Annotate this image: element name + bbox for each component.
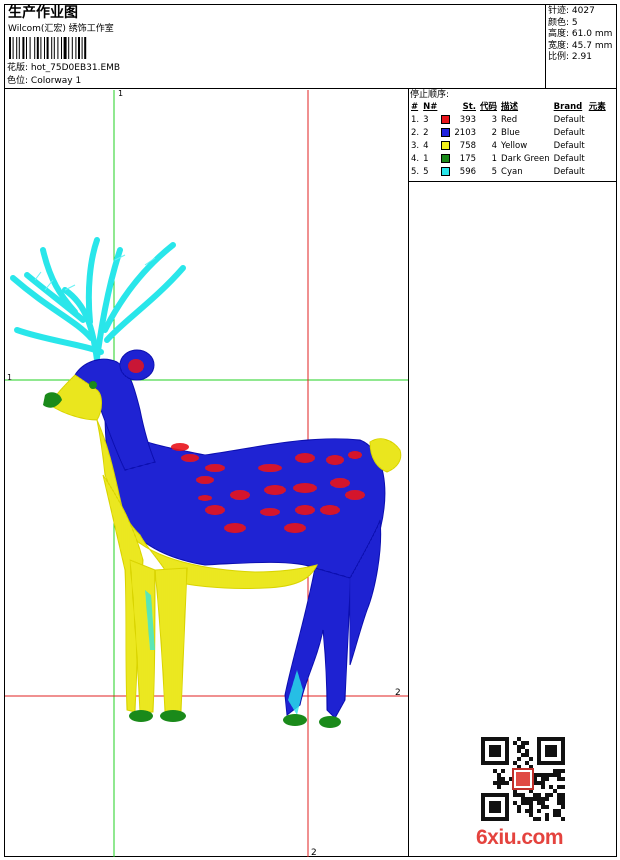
row-brand: Default [553, 127, 585, 138]
row-needle: 4 [423, 140, 429, 151]
stats-block: 针迹: 4027 颜色: 5 高度: 61.0 mm 宽度: 45.7 mm 比… [548, 6, 612, 64]
row-brand: Default [553, 114, 585, 125]
row-desc: Cyan [501, 166, 523, 177]
barcode [9, 37, 87, 59]
row-brand: Default [553, 166, 585, 177]
col-stitches: St. [462, 101, 477, 112]
row-code: 4 [491, 140, 498, 151]
col-code: 代码 [480, 101, 498, 112]
row-brand: Default [553, 140, 585, 151]
row-needle: 2 [423, 127, 429, 138]
stat-stitches: 针迹: 4027 [548, 6, 595, 16]
hoof-1 [129, 710, 153, 722]
row-swatch [439, 139, 452, 152]
row-desc: Yellow [501, 140, 528, 151]
col-desc: 描述 [501, 101, 519, 112]
header-divider [4, 88, 617, 89]
sequence-heading: 停止顺序: [410, 90, 450, 100]
watermark-site: 6xiu.com [476, 826, 564, 849]
front-leg-right [154, 567, 188, 713]
col-brand: Brand [553, 101, 583, 112]
table-row: 5. 5 596 5 Cyan Default [409, 165, 608, 178]
color-swatch [441, 114, 451, 124]
guide-label-red-bottom: 2 [311, 848, 317, 857]
color-swatch [441, 140, 451, 150]
guide-label-red-right: 2 [395, 688, 401, 698]
row-code: 1 [491, 153, 498, 164]
row-index: 5. [411, 166, 420, 177]
design-file: hot_75D0EB31.EMB [30, 63, 121, 73]
studio-name: Wilcom(汇宏) 绣饰工作室 [8, 24, 114, 34]
row-desc: Dark Green [501, 153, 550, 164]
colorway-label: 色位: Colorway 1 [7, 76, 82, 86]
row-desc: Red [501, 114, 518, 125]
table-bottom-rule [408, 181, 617, 182]
stop-sequence-table: # N# St. 代码 描述 Brand 元素 1. 3 393 3 Red Defaul… [409, 100, 608, 178]
row-brand: Default [553, 153, 585, 164]
guide-label-green-top: 1 [118, 90, 123, 98]
guide-label-green-left: 1 [7, 373, 12, 382]
row-stitches: 2103 [454, 127, 477, 138]
color-swatch [441, 127, 451, 137]
stat-scale: 比例: 2.91 [548, 52, 592, 62]
table-row: 4. 1 175 1 Dark Green Default [409, 152, 608, 165]
hoof-2 [160, 710, 186, 722]
row-swatch [439, 165, 452, 178]
row-swatch [439, 152, 452, 165]
qr-code [481, 737, 565, 821]
row-index: 1. [411, 114, 420, 125]
row-needle: 5 [423, 166, 429, 177]
row-index: 2. [411, 127, 420, 138]
table-row: 3. 4 758 4 Yellow Default [409, 139, 608, 152]
table-header-row: # N# St. 代码 描述 Brand 元素 [409, 100, 608, 113]
color-swatch [441, 166, 451, 176]
row-code: 5 [491, 166, 498, 177]
row-element [587, 113, 608, 126]
stat-colors: 颜色: 5 [548, 17, 578, 28]
row-stitches: 758 [459, 140, 477, 151]
stats-divider [545, 4, 546, 88]
col-swatch [439, 100, 452, 113]
col-needle: N# [423, 101, 438, 112]
row-desc: Blue [501, 127, 520, 138]
row-stitches: 175 [459, 153, 477, 164]
colorway-value: Colorway 1 [30, 76, 82, 86]
row-index: 3. [411, 140, 420, 151]
col-index: # [411, 101, 419, 112]
table-row: 1. 3 393 3 Red Default [409, 113, 608, 126]
col-element: 元素 [588, 101, 606, 112]
table-row: 2. 2 2103 2 Blue Default [409, 126, 608, 139]
hoof-4 [319, 716, 341, 728]
deer-eye [89, 381, 97, 389]
row-needle: 3 [423, 114, 429, 125]
hooves [129, 710, 341, 728]
panel-divider [408, 88, 409, 857]
row-code: 2 [491, 127, 498, 138]
row-element [587, 126, 608, 139]
stat-width: 宽度: 45.7 mm [548, 40, 613, 51]
row-element [587, 139, 608, 152]
embroidery-preview: 1 1 2 2 [5, 90, 408, 857]
row-code: 3 [491, 114, 498, 125]
stat-height: 高度: 61.0 mm [548, 29, 613, 39]
row-needle: 1 [423, 153, 429, 164]
ear-inner [128, 359, 144, 373]
row-stitches: 596 [459, 166, 477, 177]
row-element [587, 152, 608, 165]
row-element [587, 165, 608, 178]
page-title: 生产作业图 [8, 5, 78, 21]
color-swatch [441, 153, 451, 163]
row-swatch [439, 113, 452, 126]
row-stitches: 393 [459, 114, 477, 125]
antlers [10, 237, 186, 363]
design-label: 花版: hot_75D0EB31.EMB [7, 63, 121, 73]
row-swatch [439, 126, 452, 139]
hoof-3 [283, 714, 307, 726]
row-index: 4. [411, 153, 420, 164]
